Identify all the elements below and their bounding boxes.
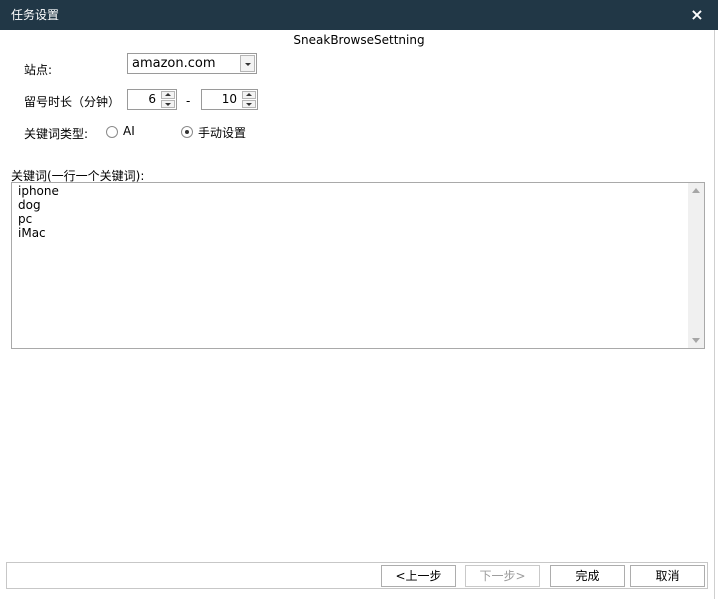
radio-ai[interactable] xyxy=(106,126,118,138)
site-select-value: amazon.com xyxy=(132,56,216,71)
window-title: 任务设置 xyxy=(11,8,60,22)
window-edge xyxy=(714,30,715,599)
stay-min-spinner[interactable]: 6 xyxy=(127,89,177,110)
title-bar: 任务设置 × xyxy=(0,0,718,30)
stay-max-value: 10 xyxy=(221,92,237,106)
keywords-scrollbar[interactable] xyxy=(688,183,704,348)
cancel-button[interactable]: 取消 xyxy=(630,565,705,587)
finish-button[interactable]: 完成 xyxy=(550,565,625,587)
radio-manual-label[interactable]: 手动设置 xyxy=(198,124,246,141)
site-select[interactable]: amazon.com xyxy=(127,53,257,74)
site-label: 站点: xyxy=(24,63,53,77)
duration-separator: - xyxy=(186,94,191,108)
keyword-line: pc xyxy=(18,212,33,226)
keyword-type-label: 关键词类型: xyxy=(24,127,89,141)
close-icon[interactable]: × xyxy=(688,6,706,24)
keywords-lines: iphone dog pc iMac xyxy=(18,184,59,240)
stay-min-value: 6 xyxy=(148,92,156,106)
scroll-down-icon[interactable] xyxy=(692,338,700,343)
keywords-textarea[interactable]: iphone dog pc iMac xyxy=(11,182,705,349)
settings-header: SneakBrowseSettning xyxy=(293,33,425,47)
spin-down-icon[interactable] xyxy=(161,100,175,108)
prev-button[interactable]: <上一步 xyxy=(381,565,456,587)
scroll-up-icon[interactable] xyxy=(692,188,700,193)
spin-down-icon[interactable] xyxy=(242,100,256,108)
radio-manual[interactable] xyxy=(181,126,193,138)
spin-up-icon[interactable] xyxy=(161,91,175,99)
stay-min-arrows xyxy=(161,91,175,108)
keyword-line: iMac xyxy=(18,226,46,240)
next-button[interactable]: 下一步> xyxy=(465,565,540,587)
keyword-line: iphone xyxy=(18,184,59,198)
stay-max-arrows xyxy=(242,91,256,108)
chevron-down-icon[interactable] xyxy=(240,55,255,72)
stay-max-spinner[interactable]: 10 xyxy=(201,89,258,110)
spin-up-icon[interactable] xyxy=(242,91,256,99)
radio-ai-label[interactable]: AI xyxy=(123,124,135,138)
stay-duration-label: 留号时长（分钟） xyxy=(24,95,121,109)
keyword-line: dog xyxy=(18,198,41,212)
